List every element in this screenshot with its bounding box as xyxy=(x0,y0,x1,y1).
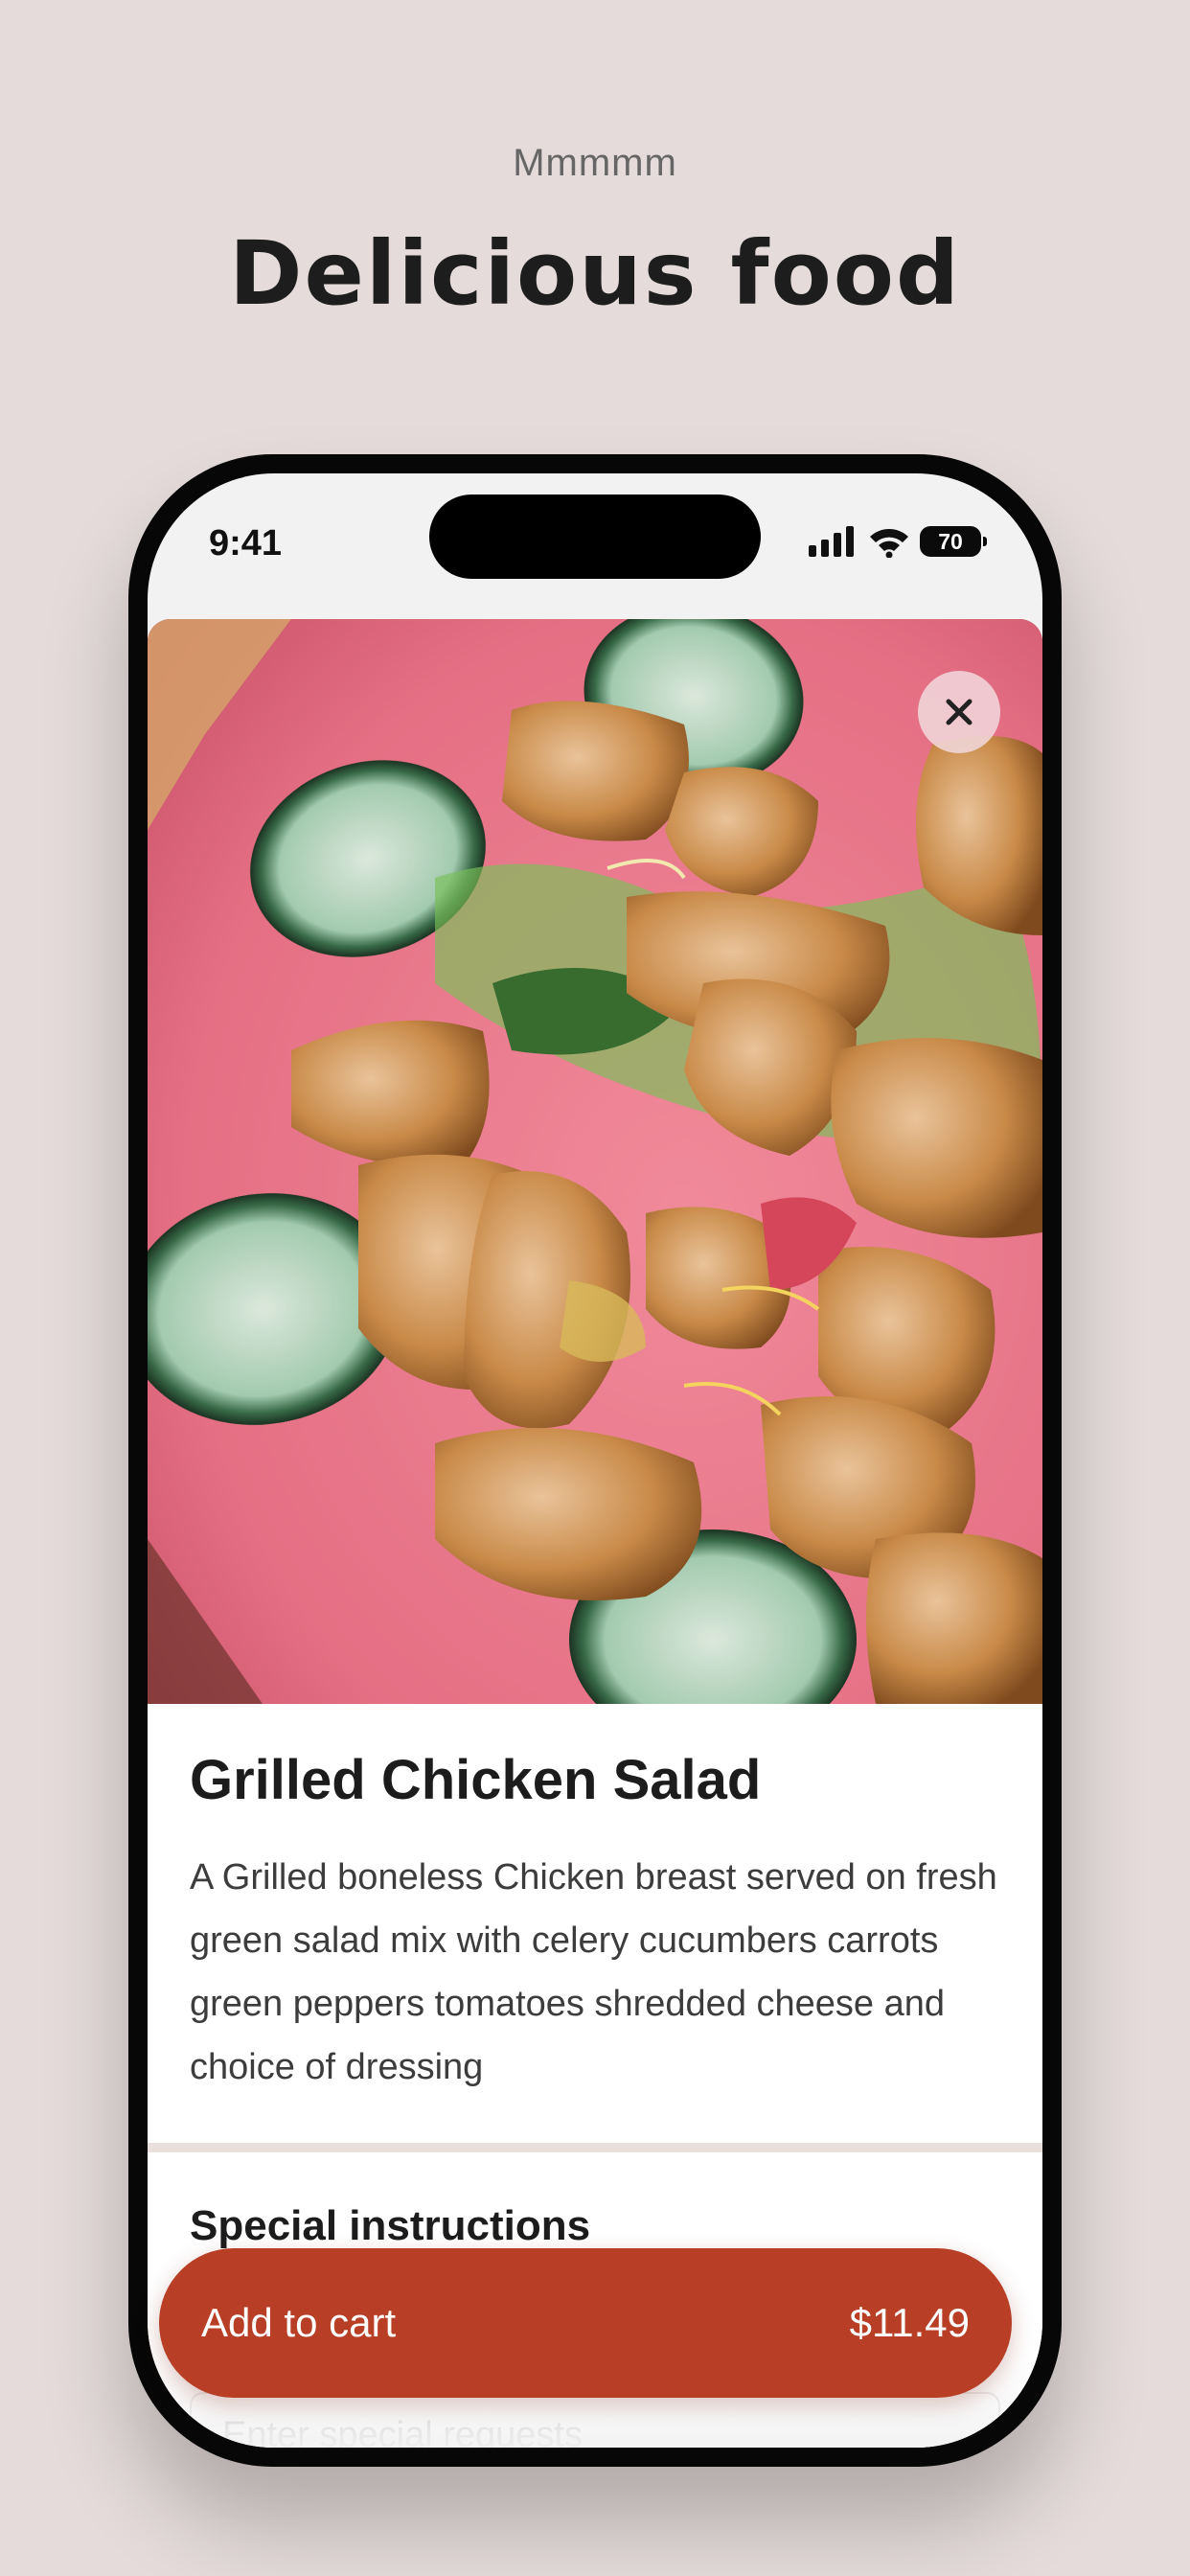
food-image xyxy=(148,619,1042,1704)
item-title: Grilled Chicken Salad xyxy=(190,1749,762,1811)
status-time: 9:41 xyxy=(209,523,283,564)
item-price: $11.49 xyxy=(849,2300,970,2345)
status-bar: 9:41 70 xyxy=(148,473,1042,617)
food-photo xyxy=(148,619,1042,1704)
signal-icon xyxy=(809,526,854,557)
add-to-cart-label: Add to cart xyxy=(201,2300,397,2345)
phone-screen: 9:41 70 Grilled Chicken Salad A Grilled … xyxy=(148,473,1042,2448)
close-button[interactable] xyxy=(918,671,1000,753)
phone-frame: 9:41 70 Grilled Chicken Salad A Grilled … xyxy=(128,454,1062,2467)
battery-icon: 70 xyxy=(920,526,987,557)
close-icon xyxy=(946,699,973,725)
wifi-icon xyxy=(870,529,908,558)
section-divider xyxy=(148,2143,1042,2152)
status-icons: 70 xyxy=(809,525,987,558)
headline: Delicious food xyxy=(229,222,961,325)
add-to-cart-button[interactable]: Add to cart $11.49 xyxy=(159,2248,1012,2398)
eyebrow-text: Mmmmm xyxy=(513,142,677,184)
special-instructions-label: Special instructions xyxy=(190,2202,591,2249)
dynamic-island xyxy=(429,494,761,579)
item-detail-sheet: Grilled Chicken Salad A Grilled boneless… xyxy=(148,619,1042,2448)
item-description: A Grilled boneless Chicken breast served… xyxy=(190,1857,997,2087)
